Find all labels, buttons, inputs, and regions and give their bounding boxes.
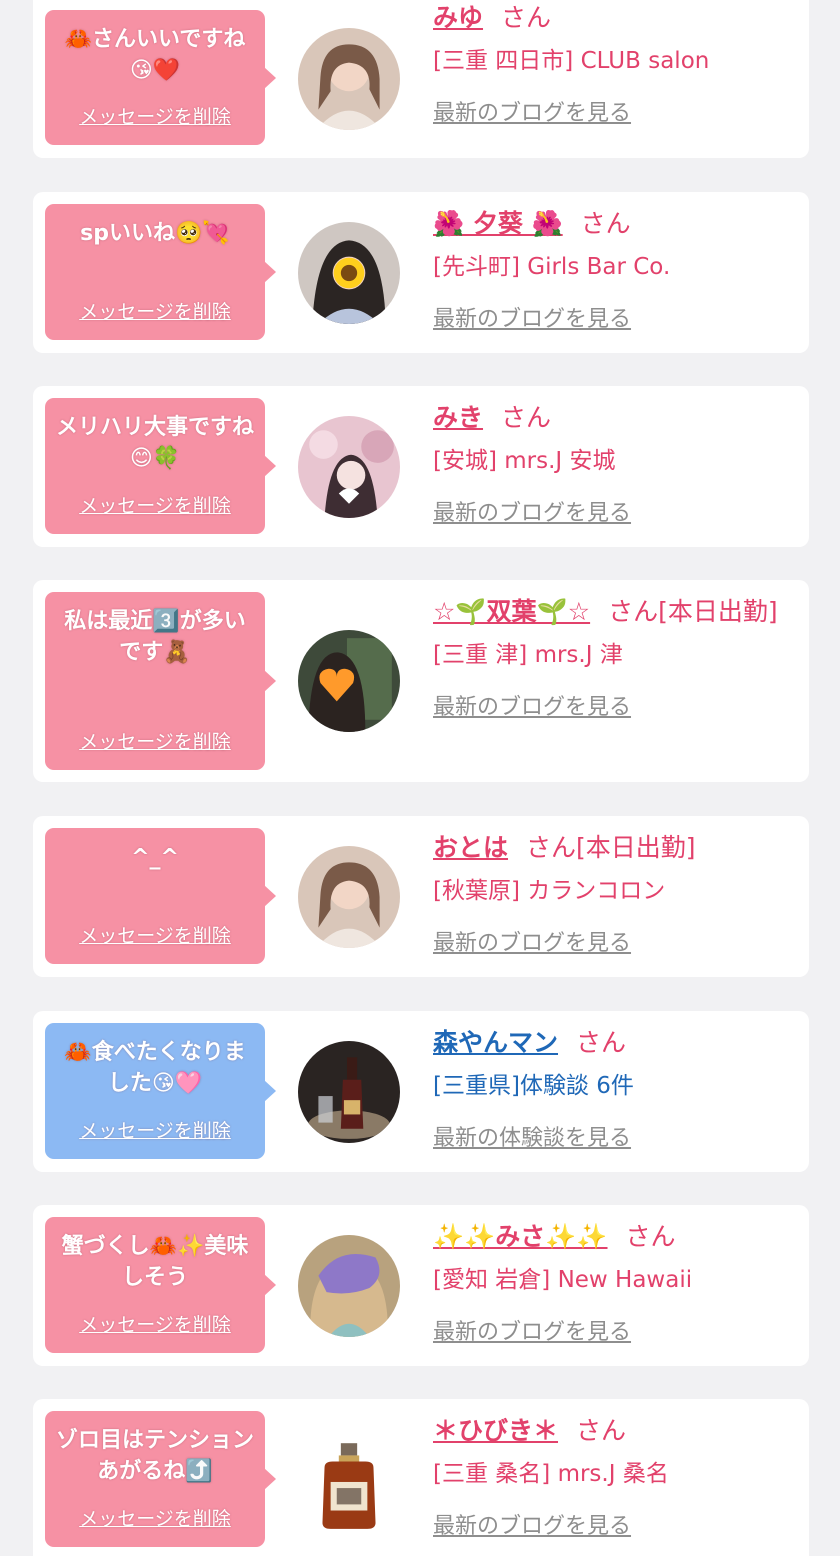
honorific-label: さん — [501, 403, 552, 432]
avatar[interactable] — [298, 1235, 400, 1337]
avatar[interactable] — [298, 1433, 400, 1535]
message-card: ゾロ目はテンションあがるね⤴️ メッセージを削除 ＊ひびき＊ さん [三重 桑名]… — [33, 1399, 809, 1556]
honorific-label: さん — [608, 597, 659, 626]
delete-message-link[interactable]: メッセージを削除 — [45, 921, 265, 948]
latest-blog-link[interactable]: 最新のブログを見る — [433, 95, 631, 127]
sender-name-line: みき さん — [433, 398, 793, 438]
sender-name-line: 🌺 夕葵 🌺 さん — [433, 204, 793, 244]
delete-message-link[interactable]: メッセージを削除 — [45, 1504, 265, 1531]
sender-info: みき さん [安城] mrs.J 安城 最新のブログを見る — [433, 398, 793, 527]
shop-label: [先斗町] Girls Bar Co. — [433, 254, 671, 280]
sender-info: 森やんマン さん [三重県]体験談 6件 最新の体験談を見る — [433, 1023, 793, 1152]
sender-name-link[interactable]: みゆ — [433, 3, 483, 32]
shop-label: [三重 桑名] mrs.J 桑名 — [433, 1461, 669, 1487]
message-card: 私は最近3️⃣が多いです🧸 メッセージを削除 ☆🌱双葉🌱☆ さん[本日出勤] [三… — [33, 580, 809, 782]
sender-name-line: おとは さん[本日出勤] — [433, 828, 793, 868]
message-text: ゾロ目はテンションあがるね⤴️ — [55, 1428, 254, 1484]
shop-label: [三重県]体験談 6件 — [433, 1073, 634, 1099]
honorific-label: さん — [625, 1222, 676, 1251]
sender-name-link[interactable]: ＊ひびき＊ — [433, 1416, 558, 1445]
delete-message-link[interactable]: メッセージを削除 — [45, 102, 265, 129]
honorific-label: さん — [526, 833, 577, 862]
latest-blog-link[interactable]: 最新のブログを見る — [433, 495, 631, 527]
latest-blog-link[interactable]: 最新のブログを見る — [433, 1508, 631, 1540]
delete-message-link[interactable]: メッセージを削除 — [45, 1116, 265, 1143]
avatar[interactable] — [298, 1041, 400, 1143]
shop-label: [三重 四日市] CLUB salon — [433, 48, 710, 74]
avatar[interactable] — [298, 630, 400, 732]
sender-info: 🌺 夕葵 🌺 さん [先斗町] Girls Bar Co. 最新のブログを見る — [433, 204, 793, 333]
attendance-badge: [本日出勤] — [658, 597, 778, 626]
message-bubble: 蟹づくし🦀✨美味しそう メッセージを削除 — [45, 1217, 276, 1353]
avatar[interactable] — [298, 416, 400, 518]
avatar[interactable] — [298, 846, 400, 948]
honorific-label: さん — [576, 1416, 627, 1445]
sender-info: みゆ さん [三重 四日市] CLUB salon 最新のブログを見る — [433, 0, 793, 127]
sender-name-line: ☆🌱双葉🌱☆ さん[本日出勤] — [433, 592, 793, 632]
shop-label: [三重 津] mrs.J 津 — [433, 642, 623, 668]
message-card: 🦀食べたくなりました😘🩷 メッセージを削除 森やんマン さん [三重県]体験談 6… — [33, 1011, 809, 1172]
message-card: spいいね🥺💘 メッセージを削除 🌺 夕葵 🌺 さん [先斗町] Girls Ba… — [33, 192, 809, 353]
sender-info: ✨✨みさ✨✨ さん [愛知 岩倉] New Hawaii 最新のブログを見る — [433, 1217, 793, 1346]
message-text: 🦀食べたくなりました😘🩷 — [64, 1040, 246, 1096]
message-bubble: ゾロ目はテンションあがるね⤴️ メッセージを削除 — [45, 1411, 276, 1547]
shop-label: [愛知 岩倉] New Hawaii — [433, 1267, 693, 1293]
sender-name-link[interactable]: みき — [433, 403, 483, 432]
delete-message-link[interactable]: メッセージを削除 — [45, 297, 265, 324]
sender-name-link[interactable]: ✨✨みさ✨✨ — [433, 1222, 608, 1251]
latest-blog-link[interactable]: 最新のブログを見る — [433, 925, 631, 957]
message-bubble: メリハリ大事ですね😊🍀 メッセージを削除 — [45, 398, 276, 534]
message-bubble: spいいね🥺💘 メッセージを削除 — [45, 204, 276, 340]
message-bubble: ^_^ メッセージを削除 — [45, 828, 276, 964]
sender-name-line: 森やんマン さん — [433, 1023, 793, 1063]
message-text: 私は最近3️⃣が多いです🧸 — [64, 609, 246, 665]
message-card: 蟹づくし🦀✨美味しそう メッセージを削除 ✨✨みさ✨✨ さん [愛知 岩倉] Ne… — [33, 1205, 809, 1366]
sender-name-link[interactable]: 🌺 夕葵 🌺 — [433, 209, 563, 238]
sender-info: おとは さん[本日出勤] [秋葉原] カランコロン 最新のブログを見る — [433, 828, 793, 957]
latest-blog-link[interactable]: 最新のブログを見る — [433, 301, 631, 333]
message-text: ^_^ — [131, 845, 179, 870]
sender-name-line: ✨✨みさ✨✨ さん — [433, 1217, 793, 1257]
message-bubble: 🦀食べたくなりました😘🩷 メッセージを削除 — [45, 1023, 276, 1159]
avatar[interactable] — [298, 28, 400, 130]
sender-name-link[interactable]: おとは — [433, 833, 508, 862]
shop-label: [安城] mrs.J 安城 — [433, 448, 616, 474]
sender-name-link[interactable]: 森やんマン — [433, 1028, 558, 1057]
sender-name-line: ＊ひびき＊ さん — [433, 1411, 793, 1451]
latest-blog-link[interactable]: 最新のブログを見る — [433, 689, 631, 721]
delete-message-link[interactable]: メッセージを削除 — [45, 1310, 265, 1337]
message-card: メリハリ大事ですね😊🍀 メッセージを削除 みき さん [安城] mrs.J 安城 … — [33, 386, 809, 547]
avatar[interactable] — [298, 222, 400, 324]
message-text: 🦀さんいいですね😘❤️ — [64, 27, 246, 83]
message-text: メリハリ大事ですね😊🍀 — [55, 415, 254, 471]
sender-info: ＊ひびき＊ さん [三重 桑名] mrs.J 桑名 最新のブログを見る — [433, 1411, 793, 1540]
shop-label: [秋葉原] カランコロン — [433, 878, 666, 904]
attendance-badge: [本日出勤] — [576, 833, 696, 862]
delete-message-link[interactable]: メッセージを削除 — [45, 491, 265, 518]
message-card: ^_^ メッセージを削除 おとは さん[本日出勤] [秋葉原] カランコロン 最新… — [33, 816, 809, 977]
honorific-label: さん — [576, 1028, 627, 1057]
delete-message-link[interactable]: メッセージを削除 — [45, 727, 265, 754]
honorific-label: さん — [501, 3, 552, 32]
message-bubble: 🦀さんいいですね😘❤️ メッセージを削除 — [45, 10, 276, 145]
latest-blog-link[interactable]: 最新の体験談を見る — [433, 1120, 631, 1152]
latest-blog-link[interactable]: 最新のブログを見る — [433, 1314, 631, 1346]
message-bubble: 私は最近3️⃣が多いです🧸 メッセージを削除 — [45, 592, 276, 770]
message-text: 蟹づくし🦀✨美味しそう — [61, 1234, 249, 1290]
sender-info: ☆🌱双葉🌱☆ さん[本日出勤] [三重 津] mrs.J 津 最新のブログを見る — [433, 592, 793, 721]
message-card: 🦀さんいいですね😘❤️ メッセージを削除 みゆ さん [三重 四日市] CLUB … — [33, 0, 809, 158]
honorific-label: さん — [580, 209, 631, 238]
sender-name-line: みゆ さん — [433, 0, 793, 38]
message-text: spいいね🥺💘 — [80, 221, 230, 246]
sender-name-link[interactable]: ☆🌱双葉🌱☆ — [433, 597, 590, 626]
